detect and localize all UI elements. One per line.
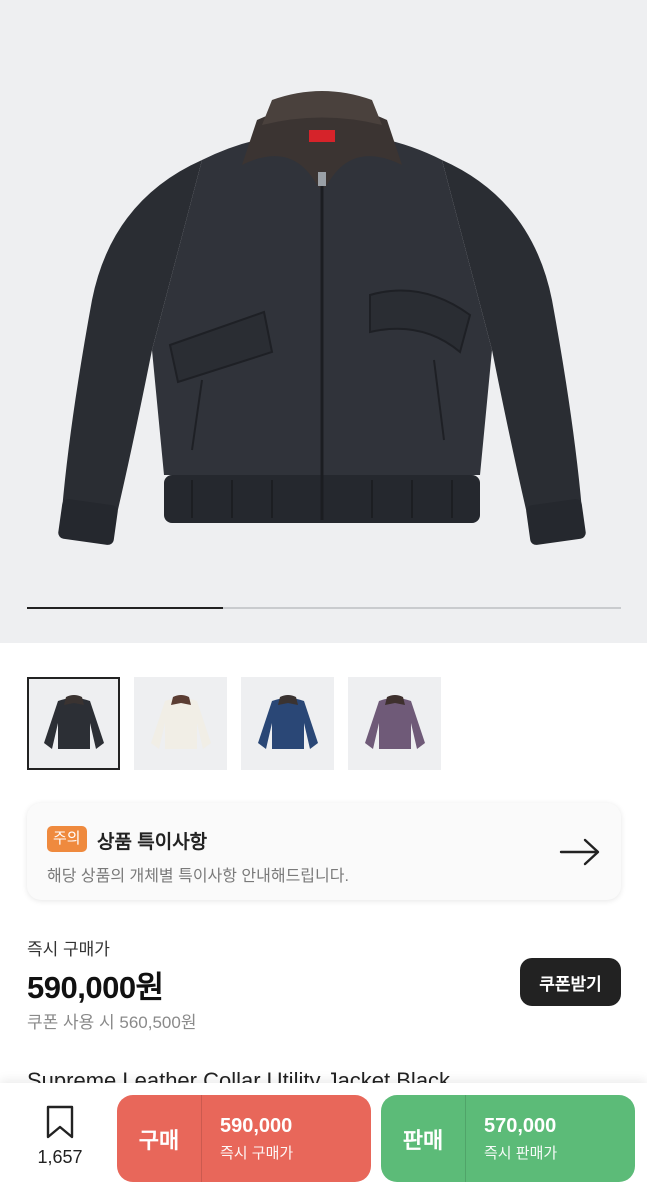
product-notice-card[interactable]: 주의 상품 특이사항 해당 상품의 개체별 특이사항 안내해드립니다.: [27, 803, 621, 900]
jacket-thumbnail-image: [150, 694, 211, 749]
wishlist-count: 1,657: [37, 1147, 83, 1167]
thumbnail-navy[interactable]: [241, 677, 334, 770]
arrow-right-icon: [559, 838, 600, 866]
sell-sub-label: 즉시 판매가: [484, 1144, 558, 1162]
jacket-thumbnail-image: [43, 694, 104, 749]
jacket-thumbnail-image: [257, 694, 318, 749]
buy-amount: 590,000: [220, 1114, 293, 1137]
slide-progress-bar: [27, 607, 621, 609]
get-coupon-button[interactable]: 쿠폰받기: [520, 958, 621, 1006]
coupon-price-text: 쿠폰 사용 시 560,500원: [27, 1013, 197, 1032]
buy-sub-label: 즉시 구매가: [220, 1144, 294, 1162]
thumbnail-black[interactable]: [27, 677, 120, 770]
product-image-gallery[interactable]: [0, 0, 647, 643]
wishlist-button[interactable]: 1,657: [27, 1105, 93, 1168]
thumbnail-white[interactable]: [134, 677, 227, 770]
sell-amount: 570,000: [484, 1114, 557, 1137]
buy-label: 구매: [138, 1127, 180, 1153]
bookmark-icon: [46, 1105, 74, 1139]
instant-buy-price-label: 즉시 구매가: [27, 940, 110, 959]
thumbnail-purple[interactable]: [348, 677, 441, 770]
buy-button[interactable]: 구매 590,000 즉시 구매가: [117, 1095, 371, 1182]
color-thumbnails: [27, 677, 441, 770]
sell-label: 판매: [402, 1127, 444, 1153]
sell-button[interactable]: 판매 570,000 즉시 판매가: [381, 1095, 635, 1182]
notice-description: 해당 상품의 개체별 특이사항 안내해드립니다.: [47, 868, 349, 885]
notice-title: 상품 특이사항: [97, 832, 208, 853]
notice-tag: 주의: [47, 826, 87, 852]
product-image: [58, 91, 586, 545]
jacket-thumbnail-image: [364, 694, 425, 749]
bottom-action-bar: 1,657 구매 590,000 즉시 구매가 판매 570,000 즉시 판매…: [0, 1083, 647, 1200]
instant-buy-price: 590,000원: [27, 970, 164, 1005]
slide-progress-fill: [27, 607, 224, 609]
